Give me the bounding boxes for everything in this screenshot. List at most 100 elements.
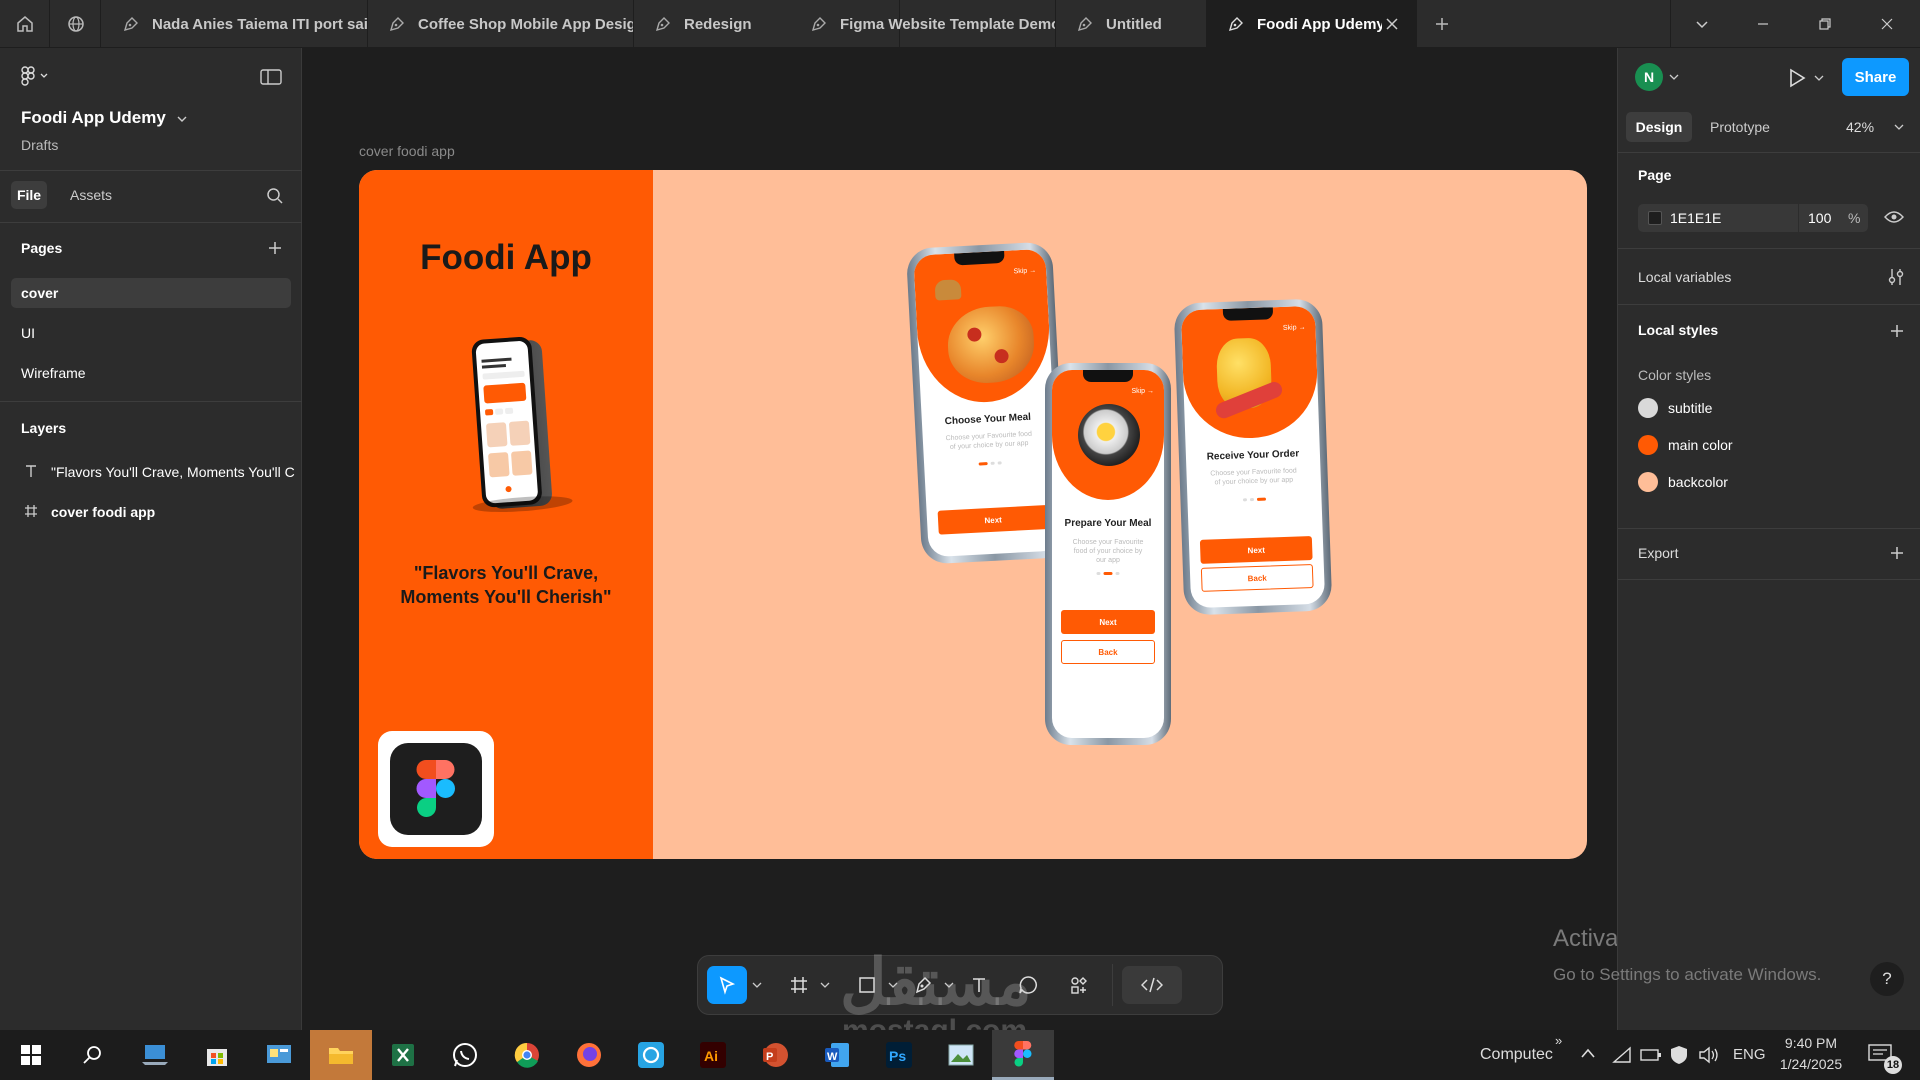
pen-tool-icon [123, 17, 138, 32]
skip-link: Skip → [1013, 267, 1037, 276]
page-color-value[interactable]: 1E1E1E [1670, 210, 1721, 226]
powerpoint-icon[interactable]: P [744, 1030, 806, 1080]
excel-icon[interactable] [372, 1030, 434, 1080]
add-style-icon[interactable] [1889, 323, 1905, 339]
chevron-down-icon[interactable] [176, 114, 188, 124]
tab-file[interactable]: Nada Anies Taiema ITI port saic [102, 0, 368, 48]
chrome-icon[interactable] [496, 1030, 558, 1080]
clock-time[interactable]: 9:40 PM [1776, 1035, 1846, 1051]
double-chevron-icon[interactable]: » [1555, 1033, 1562, 1048]
home-icon[interactable] [0, 0, 50, 48]
clock-date[interactable]: 1/24/2025 [1771, 1056, 1851, 1072]
next-button: Next [937, 504, 1050, 535]
zoom-level[interactable]: 42% [1846, 119, 1874, 135]
cover-left-panel: Foodi App "Flavors You'll Crave, Moments… [359, 170, 653, 859]
whatsapp-icon[interactable] [434, 1030, 496, 1080]
avatar[interactable]: N [1635, 63, 1663, 91]
chevron-down-icon[interactable] [750, 966, 764, 1004]
wifi-icon[interactable] [1612, 1046, 1632, 1064]
sidebar-toggle-icon[interactable] [260, 68, 282, 86]
pen-tool-icon [1228, 17, 1243, 32]
globe-icon[interactable] [51, 0, 101, 48]
tab-file-active[interactable]: Foodi App Udemy [1207, 0, 1417, 48]
file-location[interactable]: Drafts [21, 137, 58, 153]
page-item-cover[interactable]: cover [11, 278, 291, 308]
color-swatch[interactable] [1648, 211, 1662, 225]
sync-app-icon[interactable] [620, 1030, 682, 1080]
tab-design[interactable]: Design [1626, 112, 1692, 142]
close-window-icon[interactable] [1856, 0, 1918, 48]
cover-frame[interactable]: Foodi App "Flavors You'll Crave, Moments… [359, 170, 1587, 859]
minimize-icon[interactable] [1732, 0, 1794, 48]
close-icon[interactable] [1382, 16, 1402, 32]
actions-button[interactable] [1060, 966, 1098, 1004]
photoshop-icon[interactable]: Ps [868, 1030, 930, 1080]
variables-icon[interactable] [1888, 268, 1904, 286]
word-icon[interactable]: W [806, 1030, 868, 1080]
battery-icon[interactable] [1640, 1048, 1662, 1062]
page-item-ui[interactable]: UI [21, 325, 35, 341]
chevron-up-icon[interactable] [1580, 1047, 1596, 1059]
tab-file[interactable]: Figma Website Template Demo [790, 0, 1056, 48]
file-name[interactable]: Foodi App Udemy [21, 108, 166, 128]
language-indicator[interactable]: ENG [1733, 1046, 1766, 1063]
tab-prototype[interactable]: Prototype [1710, 119, 1770, 135]
chevron-down-icon[interactable] [1670, 0, 1732, 48]
percent-label: % [1848, 210, 1861, 226]
store-icon[interactable] [186, 1030, 248, 1080]
tab-assets[interactable]: Assets [70, 187, 112, 203]
photos-icon[interactable] [930, 1030, 992, 1080]
frame-icon [791, 977, 807, 993]
color-style-name: main color [1668, 437, 1733, 453]
share-button[interactable]: Share [1842, 58, 1909, 96]
chevron-down-icon[interactable] [1814, 74, 1824, 82]
color-style-item[interactable]: subtitle [1638, 398, 1712, 418]
eye-icon[interactable] [1884, 210, 1904, 224]
figma-logo-tile [378, 731, 494, 847]
search-icon[interactable] [266, 187, 284, 205]
illustrator-icon[interactable]: Ai [682, 1030, 744, 1080]
svg-text:Ai: Ai [704, 1048, 718, 1064]
canvas[interactable]: cover foodi app Foodi App "Flavors You'l… [303, 48, 1617, 1030]
tab-file-panel[interactable]: File [11, 181, 47, 209]
add-page-icon[interactable] [267, 240, 283, 256]
page-opacity-value[interactable]: 100 [1808, 210, 1831, 226]
local-variables[interactable]: Local variables [1638, 269, 1731, 285]
shield-icon[interactable] [1670, 1045, 1688, 1065]
volume-icon[interactable] [1698, 1046, 1720, 1064]
laptop-app-icon[interactable] [124, 1030, 186, 1080]
firefox-icon[interactable] [558, 1030, 620, 1080]
windows-start-icon[interactable] [0, 1030, 62, 1080]
page-item-wireframe[interactable]: Wireframe [21, 365, 86, 381]
play-icon[interactable] [1788, 68, 1806, 88]
figma-menu-icon[interactable] [20, 66, 50, 86]
help-button[interactable]: ? [1870, 962, 1904, 996]
chevron-down-icon[interactable] [818, 966, 832, 1004]
chevron-down-icon[interactable] [1669, 73, 1679, 81]
back-button: Back [1060, 640, 1156, 664]
tab-file[interactable]: Coffee Shop Mobile App Design [368, 0, 634, 48]
layer-item-frame[interactable]: cover foodi app [51, 504, 155, 520]
color-style-item[interactable]: main color [1638, 435, 1733, 455]
dev-mode-toggle[interactable] [1122, 966, 1182, 1004]
frame-label[interactable]: cover foodi app [359, 143, 455, 159]
restore-icon[interactable] [1794, 0, 1856, 48]
chevron-down-icon[interactable] [1894, 123, 1904, 131]
add-tab-icon[interactable] [1417, 0, 1467, 48]
frame-tool-button[interactable] [780, 966, 818, 1004]
color-style-item[interactable]: backcolor [1638, 472, 1728, 492]
move-tool-button[interactable] [707, 966, 747, 1004]
add-export-icon[interactable] [1889, 545, 1905, 561]
file-explorer-icon[interactable] [310, 1030, 372, 1080]
control-panel-icon[interactable] [248, 1030, 310, 1080]
tagline: "Flavors You'll Crave, Moments You'll Ch… [359, 561, 653, 609]
figma-taskbar-icon[interactable] [992, 1030, 1054, 1080]
layer-item-text[interactable]: "Flavors You'll Crave, Moments You'll C [51, 464, 301, 480]
taskbar-label[interactable]: Computec [1480, 1046, 1553, 1064]
search-icon[interactable] [62, 1030, 124, 1080]
export-heading[interactable]: Export [1638, 545, 1678, 561]
page-color-field[interactable]: 1E1E1E 100 % [1638, 204, 1868, 232]
site-watermark-logo: مستقل [840, 946, 1032, 1018]
tab-file[interactable]: Untitled [1056, 0, 1207, 48]
phone-title: Prepare Your Meal [1064, 518, 1152, 529]
